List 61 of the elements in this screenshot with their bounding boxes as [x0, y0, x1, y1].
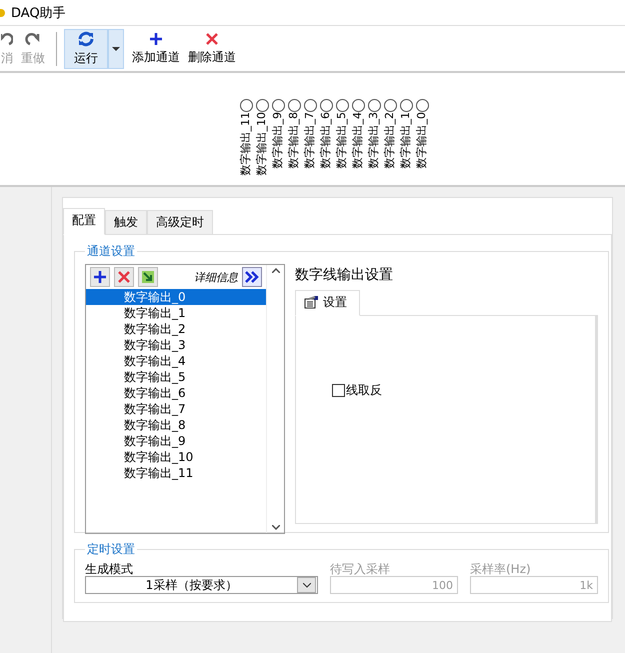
channel-item[interactable]: 数字输出_4 — [86, 353, 266, 369]
properties-icon — [304, 296, 319, 309]
channel-item[interactable]: 数字输出_10 — [86, 449, 266, 465]
section-title: 数字线输出设置 — [295, 266, 394, 284]
channel-item[interactable]: 数字输出_9 — [86, 433, 266, 449]
close-icon — [205, 32, 219, 46]
group-title: 定时设置 — [86, 541, 136, 558]
app-icon — [0, 8, 5, 16]
arrow-icon — [141, 270, 155, 284]
settings-tab[interactable]: 设置 — [295, 290, 360, 316]
run-menu-button[interactable] — [108, 29, 124, 69]
led-label: 数字输出_4 — [351, 112, 365, 168]
add-button[interactable]: 添加通道 — [128, 27, 184, 71]
channel-item[interactable]: 数字输出_6 — [86, 385, 266, 401]
led-label: 数字输出_11 — [239, 112, 253, 176]
tab[interactable]: 触发 — [105, 210, 147, 234]
window-title: DAQ助手 — [11, 4, 66, 22]
undo-icon — [1, 31, 13, 47]
details-label: 详细信息 — [193, 270, 238, 284]
export-button[interactable] — [138, 267, 158, 287]
channel-item[interactable]: 数字输出_3 — [86, 337, 266, 353]
led-label: 数字输出_6 — [319, 112, 333, 168]
led-label: 数字输出_9 — [271, 112, 285, 168]
channel-item[interactable]: 数字输出_2 — [86, 321, 266, 337]
channel-item[interactable]: 数字输出_11 — [86, 465, 266, 481]
scroll-up-icon[interactable] — [272, 268, 280, 273]
led-label: 数字输出_10 — [255, 112, 269, 176]
tab[interactable]: 高级定时 — [147, 210, 213, 234]
double-chevron-icon — [245, 271, 259, 283]
add-channel-button[interactable] — [90, 267, 110, 287]
group-title: 通道设置 — [86, 243, 136, 260]
close-icon — [117, 270, 131, 284]
mode-dropdown[interactable]: 1采样（按要求） — [85, 576, 318, 594]
invert-line-checkbox[interactable]: 线取反 — [332, 382, 382, 399]
tab[interactable]: 配置 — [63, 208, 105, 235]
led-label: 数字输出_0 — [415, 112, 429, 168]
plus-icon — [149, 32, 163, 46]
expand-button[interactable] — [242, 267, 262, 287]
channel-item[interactable]: 数字输出_8 — [86, 417, 266, 433]
channel-item[interactable]: 数字输出_1 — [86, 305, 266, 321]
caret-icon — [112, 47, 120, 51]
run-button[interactable]: 运行 — [64, 29, 108, 69]
refresh-icon — [77, 31, 95, 47]
field-label: 生成模式 — [85, 562, 134, 576]
chevron-down-icon — [302, 582, 310, 588]
field-label: 采样率(Hz) — [470, 562, 532, 576]
scroll-down-icon[interactable] — [272, 525, 280, 530]
led-label: 数字输出_2 — [383, 112, 397, 168]
channel-item[interactable]: 数字输出_7 — [86, 401, 266, 417]
led-label: 数字输出_5 — [335, 112, 349, 168]
delete-channel-button[interactable] — [114, 267, 134, 287]
channel-item[interactable]: 数字输出_5 — [86, 369, 266, 385]
led-label: 数字输出_3 — [367, 112, 381, 168]
redo-icon — [24, 31, 42, 47]
delete-button[interactable]: 删除通道 — [184, 27, 240, 71]
led-label: 数字输出_1 — [399, 112, 413, 168]
channel-item[interactable]: 数字输出_0 — [86, 289, 266, 305]
led-label: 数字输出_7 — [303, 112, 317, 168]
plus-icon — [93, 270, 107, 284]
led-label: 数字输出_8 — [287, 112, 301, 168]
field-label: 待写入采样 — [330, 562, 391, 576]
